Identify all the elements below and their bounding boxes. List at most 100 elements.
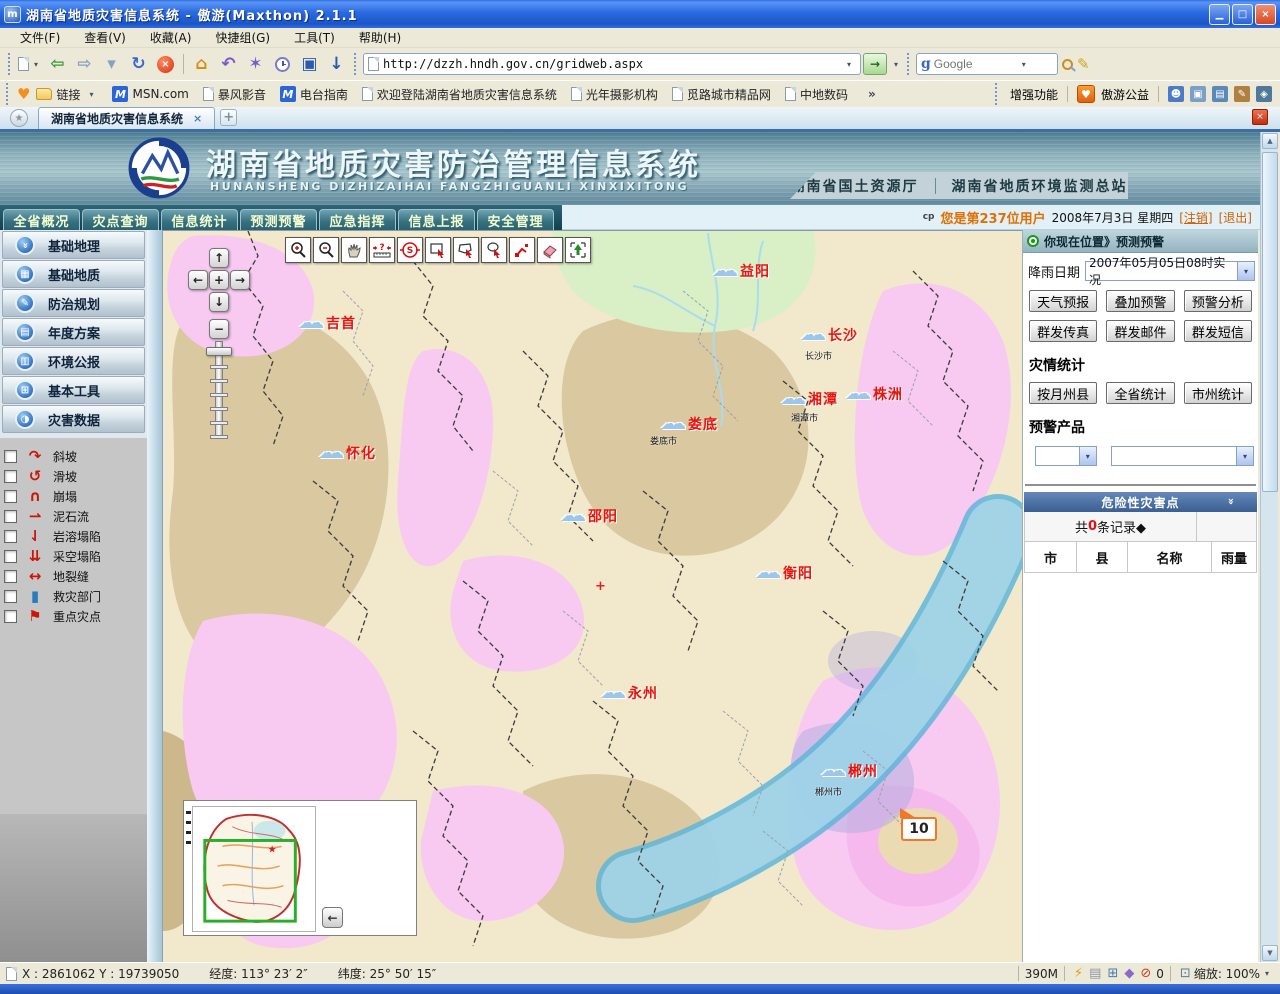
split-window-icon[interactable]: ▣ xyxy=(297,52,322,77)
toolbar-grip[interactable] xyxy=(354,53,359,75)
pan-left-button[interactable]: ← xyxy=(188,270,208,290)
measure-scale-tool[interactable]: S xyxy=(397,237,423,263)
eraser-tool[interactable] xyxy=(537,237,563,263)
enhance-link[interactable]: 增强功能 xyxy=(1010,86,1058,103)
sms-broadcast-button[interactable]: 群发短信 xyxy=(1184,320,1252,342)
nav-tab-report[interactable]: 信息上报 xyxy=(398,209,475,230)
city-marker-zhuzhou[interactable]: ☁☁株洲 xyxy=(845,384,903,404)
sidebar-item-annual-plan[interactable]: ▤年度方案 xyxy=(2,318,145,346)
scroll-down-icon[interactable]: ▼ xyxy=(1262,945,1278,961)
point-select-tool[interactable] xyxy=(509,237,535,263)
layer-checkbox[interactable] xyxy=(4,570,17,583)
address-dropdown-icon[interactable]: ▾ xyxy=(842,60,856,69)
maximize-button[interactable]: □ xyxy=(1232,4,1253,25)
layer-checkbox[interactable] xyxy=(4,470,17,483)
diamond-icon[interactable]: ◆ xyxy=(1124,966,1134,981)
link-milu[interactable]: 觅路城市精品网 xyxy=(672,86,771,103)
chevron-down-icon[interactable]: ▾ xyxy=(1237,262,1254,280)
toolbar-grip[interactable] xyxy=(8,53,13,75)
org-link-1[interactable]: 湖南省国土资源厅 xyxy=(791,176,919,196)
menu-favorites[interactable]: 收藏(A) xyxy=(138,29,204,46)
nav-tab-query[interactable]: 灾点查询 xyxy=(82,209,159,230)
links-folder[interactable]: 链接▾ xyxy=(36,86,98,103)
warning-analysis-button[interactable]: 预警分析 xyxy=(1184,290,1252,312)
search-input[interactable] xyxy=(934,57,1014,71)
skin-icon[interactable]: ☻ xyxy=(1168,86,1184,102)
go-dropdown-icon[interactable]: ▾ xyxy=(889,60,903,69)
layer-checkbox[interactable] xyxy=(4,590,17,603)
sidebar-item-base-geology[interactable]: ▦基础地质 xyxy=(2,260,145,288)
maxthon-charity-icon[interactable]: ♥ xyxy=(1077,85,1095,103)
new-tab-button[interactable]: + xyxy=(220,109,237,126)
layer-checkbox[interactable] xyxy=(4,450,17,463)
danger-points-header[interactable]: 危险性灾害点 « xyxy=(1024,492,1257,512)
sidebar-item-basic-tools[interactable]: ⊞基本工具 xyxy=(2,376,145,404)
tab-close-icon[interactable]: × xyxy=(193,112,202,125)
rect-select-tool[interactable] xyxy=(425,237,451,263)
link-hunan-system[interactable]: 欢迎登陆湖南省地质灾害信息系统 xyxy=(362,86,557,103)
scroll-up-icon[interactable]: ▲ xyxy=(1262,133,1278,149)
link-photo[interactable]: 光年摄影机构 xyxy=(571,86,658,103)
measure-distance-tool[interactable]: ? xyxy=(369,237,395,263)
note-icon[interactable]: ▤ xyxy=(1212,86,1228,102)
email-broadcast-button[interactable]: 群发邮件 xyxy=(1106,320,1174,342)
pan-tool[interactable] xyxy=(341,237,367,263)
pan-right-button[interactable]: → xyxy=(230,270,250,290)
layer-checkbox[interactable] xyxy=(4,510,17,523)
city-marker-yiyang[interactable]: ☁☁益阳 xyxy=(712,261,770,281)
close-button[interactable]: × xyxy=(1255,4,1276,25)
zoom-dropdown-icon[interactable]: ▾ xyxy=(1260,969,1274,978)
org-link-2[interactable]: 湖南省地质环境监测总站 xyxy=(952,176,1128,196)
fax-broadcast-button[interactable]: 群发传真 xyxy=(1029,320,1097,342)
pan-down-button[interactable]: ↓ xyxy=(209,292,229,312)
history-dropdown-icon[interactable]: ▾ xyxy=(99,52,124,77)
links-overflow-icon[interactable]: » xyxy=(868,87,876,101)
zoom-in-tool[interactable] xyxy=(285,237,311,263)
exit-link[interactable]: [退出] xyxy=(1219,209,1252,226)
highlighter-icon[interactable]: ✎ xyxy=(1077,55,1090,73)
address-input[interactable] xyxy=(383,57,838,71)
menu-help[interactable]: 帮助(H) xyxy=(347,29,413,46)
city-marker-chenzhou[interactable]: ☁☁郴州 xyxy=(820,761,878,781)
nav-tab-security[interactable]: 安全管理 xyxy=(477,209,554,230)
clock-icon[interactable] xyxy=(270,52,295,77)
sidebar-item-base-geography[interactable]: »基础地理 xyxy=(2,231,145,259)
undo-icon[interactable]: ↶ xyxy=(216,52,241,77)
menu-file[interactable]: 文件(F) xyxy=(8,29,72,46)
brush-icon[interactable]: ✎ xyxy=(1234,86,1250,102)
zoom-minus-button[interactable]: − xyxy=(209,319,229,339)
layer-checkbox[interactable] xyxy=(4,490,17,503)
city-marker-changsha[interactable]: ☁☁长沙 xyxy=(800,325,858,345)
link-msn[interactable]: MMSN.com xyxy=(112,86,188,102)
search-icon[interactable] xyxy=(1062,59,1073,70)
menu-groups[interactable]: 快捷组(G) xyxy=(203,29,282,46)
new-page-icon[interactable]: ▾ xyxy=(18,52,43,77)
address-bar[interactable]: ▾ xyxy=(363,53,861,75)
charity-link[interactable]: 傲游公益 xyxy=(1101,86,1149,103)
layer-checkbox[interactable] xyxy=(4,530,17,543)
new-window-icon[interactable]: ⊞ xyxy=(1107,966,1118,981)
layer-checkbox[interactable] xyxy=(4,550,17,563)
sidebar-splitter[interactable] xyxy=(147,230,163,962)
sidebar-item-env-bulletin[interactable]: ▥环境公报 xyxy=(2,347,145,375)
map-canvas[interactable]: ? S ↑ ← + → ↓ − ☁☁吉首 ☁☁益阳 ☁☁长沙 ☁☁湘潭 ☁☁株洲… xyxy=(163,230,1022,962)
minimap-image[interactable]: ★ xyxy=(192,806,316,932)
nav-tab-stats[interactable]: 信息统计 xyxy=(161,209,238,230)
city-marker-yongzhou[interactable]: ☁☁永州 xyxy=(600,683,658,703)
city-marker-hengyang[interactable]: ☁☁衡阳 xyxy=(755,563,813,583)
product-select-2[interactable]: ▾ xyxy=(1111,446,1254,466)
minimap-collapse-button[interactable]: ← xyxy=(322,907,343,928)
city-marker-loudi[interactable]: ☁☁娄底 xyxy=(660,414,718,434)
city-marker-xiangtan[interactable]: ☁☁湘潭 xyxy=(780,389,838,409)
search-dropdown-icon[interactable]: ▾ xyxy=(1017,60,1031,69)
tabbar-close-button[interactable]: × xyxy=(1252,109,1268,125)
pan-center-button[interactable]: + xyxy=(209,270,229,290)
resize-icon[interactable]: ⊡ xyxy=(1180,966,1191,981)
zoom-out-tool[interactable] xyxy=(313,237,339,263)
forward-icon[interactable]: ⇨ xyxy=(72,52,97,77)
zoom-level[interactable]: 缩放: 100% xyxy=(1194,965,1260,982)
province-stats-button[interactable]: 全省统计 xyxy=(1106,382,1174,404)
chevron-down-icon[interactable]: ▾ xyxy=(1236,447,1253,465)
boost-icon[interactable]: ⚡ xyxy=(1074,966,1083,981)
zoom-slider-handle[interactable] xyxy=(206,347,232,356)
